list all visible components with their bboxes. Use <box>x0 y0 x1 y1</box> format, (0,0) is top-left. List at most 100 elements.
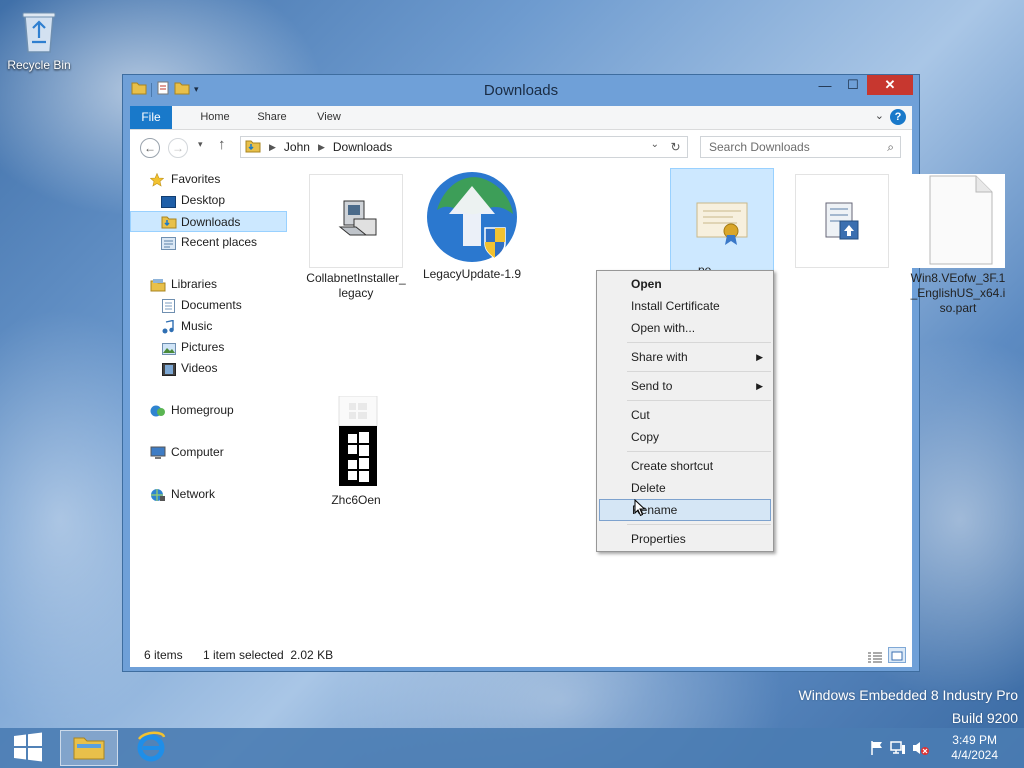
tab-file[interactable]: File <box>130 106 172 129</box>
clock[interactable]: 3:49 PM 4/4/2024 <box>951 733 998 763</box>
search-icon: ⌕ <box>887 140 894 154</box>
nav-videos-label: Videos <box>181 361 218 375</box>
menu-separator <box>627 371 771 372</box>
forward-button[interactable]: → <box>168 138 188 158</box>
navigation-bar: ← → ▾ ↑ ▶ John ▶ Downloads ⌄ ↻ Search Do… <box>130 130 912 166</box>
recent-locations-chevron-icon[interactable]: ▾ <box>198 139 203 150</box>
breadcrumb-john[interactable]: John <box>284 140 310 154</box>
nav-documents[interactable]: Documents <box>130 295 287 316</box>
music-icon <box>162 319 176 334</box>
clock-date: 4/4/2024 <box>951 748 998 762</box>
minimize-button[interactable]: ― <box>811 75 839 95</box>
status-bar: 6 items 1 item selected 2.02 KB <box>130 644 912 667</box>
menu-share-with[interactable]: Share with ▶ <box>599 346 771 368</box>
nav-computer[interactable]: Computer <box>130 442 287 463</box>
menu-share-with-label: Share with <box>631 350 688 364</box>
nav-desktop-label: Desktop <box>181 193 226 207</box>
file-name: CollabnetInstaller_legacy <box>306 271 406 300</box>
nav-downloads[interactable]: Downloads <box>130 211 287 232</box>
tab-view[interactable]: View <box>306 106 352 129</box>
minimize-icon: ― <box>818 77 832 93</box>
nav-homegroup[interactable]: Homegroup <box>130 400 287 421</box>
nav-pictures-label: Pictures <box>181 340 225 354</box>
file-item[interactable]: CollabnetInstaller_legacy <box>306 174 406 301</box>
menu-send-to[interactable]: Send to ▶ <box>599 375 771 397</box>
menu-create-shortcut[interactable]: Create shortcut <box>599 455 771 477</box>
watermark-build: Build 9200 <box>951 710 1018 726</box>
file-item[interactable] <box>792 174 892 271</box>
nav-favorites[interactable]: Favorites <box>130 169 287 190</box>
taskbar-internet-explorer[interactable] <box>122 730 180 766</box>
ribbon-tabs: File Home Share View ⌄ ? <box>130 106 912 130</box>
breadcrumb-separator-icon: ▶ <box>269 141 276 152</box>
breadcrumb-downloads[interactable]: Downloads <box>333 140 392 154</box>
nav-network[interactable]: Network <box>130 484 287 505</box>
windows-start-icon <box>13 732 43 765</box>
nav-recent-places[interactable]: Recent places <box>130 232 287 253</box>
up-arrow-icon[interactable]: ↑ <box>218 136 226 153</box>
nav-favorites-label: Favorites <box>171 172 221 186</box>
selection-info: 1 item selected 2.02 KB <box>203 648 334 662</box>
nav-recent-places-label: Recent places <box>181 235 258 249</box>
menu-cut[interactable]: Cut <box>599 404 771 426</box>
recycle-bin-icon <box>19 8 59 54</box>
setup-file-icon <box>795 174 889 268</box>
search-placeholder: Search Downloads <box>709 140 810 154</box>
nav-music[interactable]: Music <box>130 316 287 337</box>
nav-homegroup-label: Homegroup <box>171 403 234 417</box>
menu-install-certificate[interactable]: Install Certificate <box>599 295 771 317</box>
tab-share[interactable]: Share <box>250 106 294 129</box>
help-icon[interactable]: ? <box>890 109 906 125</box>
clock-time: 3:49 PM <box>952 733 997 747</box>
close-icon: ✕ <box>884 77 896 92</box>
file-item[interactable]: Win8.VEofw_3F.1_EnglishUS_x64.iso.part <box>908 174 1008 316</box>
search-input[interactable]: Search Downloads ⌕ <box>700 136 901 158</box>
mouse-cursor-icon <box>634 498 646 520</box>
large-icons-view-icon[interactable] <box>888 647 906 663</box>
menu-open-with[interactable]: Open with... <box>599 317 771 339</box>
windows-logo-icon <box>309 395 403 490</box>
menu-send-to-label: Send to <box>631 379 673 393</box>
context-menu: Open Install Certificate Open with... Sh… <box>596 270 774 552</box>
close-button[interactable]: ✕ <box>867 75 913 95</box>
menu-separator <box>627 400 771 401</box>
nav-pictures[interactable]: Pictures <box>130 337 287 358</box>
menu-delete[interactable]: Delete <box>599 477 771 499</box>
menu-separator <box>627 524 771 525</box>
submenu-arrow-icon: ▶ <box>756 381 763 391</box>
window-title: Downloads <box>483 82 559 99</box>
menu-copy[interactable]: Copy <box>599 426 771 448</box>
details-view-icon[interactable] <box>868 649 882 672</box>
downloads-icon <box>161 215 177 229</box>
nav-libraries[interactable]: Libraries <box>130 274 287 295</box>
os-watermark: Windows Embedded 8 Industry Pro Build 92… <box>799 684 1018 730</box>
nav-computer-label: Computer <box>171 445 224 459</box>
desktop-icon <box>161 194 176 208</box>
start-button[interactable] <box>4 730 52 766</box>
pictures-icon <box>162 341 176 355</box>
address-history-chevron-icon[interactable]: ⌄ <box>651 139 659 150</box>
back-arrow-icon: ← <box>144 141 156 155</box>
title-bar[interactable]: ▾ Downloads ― ☐ ✕ <box>123 75 919 105</box>
refresh-button[interactable]: ↻ <box>664 136 688 158</box>
videos-icon <box>162 362 176 376</box>
back-button[interactable]: ← <box>140 138 160 158</box>
expand-ribbon-icon[interactable]: ⌄ <box>875 109 884 122</box>
menu-rename[interactable]: Rename <box>599 499 771 521</box>
tab-home[interactable]: Home <box>190 106 240 129</box>
file-item[interactable]: LegacyUpdate-1.9 <box>422 170 522 282</box>
recycle-bin[interactable]: Recycle Bin <box>6 8 72 72</box>
nav-videos[interactable]: Videos <box>130 358 287 379</box>
taskbar-file-explorer[interactable] <box>60 730 118 766</box>
nav-libraries-label: Libraries <box>171 277 218 291</box>
maximize-button[interactable]: ☐ <box>839 75 867 95</box>
installer-icon <box>309 174 403 268</box>
nav-desktop[interactable]: Desktop <box>130 190 287 211</box>
volume-muted-icon[interactable] <box>912 740 930 759</box>
menu-open[interactable]: Open <box>599 273 771 295</box>
address-bar[interactable]: ▶ John ▶ Downloads ⌄ <box>240 136 688 158</box>
flag-icon[interactable] <box>870 740 884 759</box>
file-item[interactable]: Zhc6Oen <box>306 395 406 508</box>
network-status-icon[interactable] <box>890 740 906 759</box>
menu-properties[interactable]: Properties <box>599 528 771 550</box>
